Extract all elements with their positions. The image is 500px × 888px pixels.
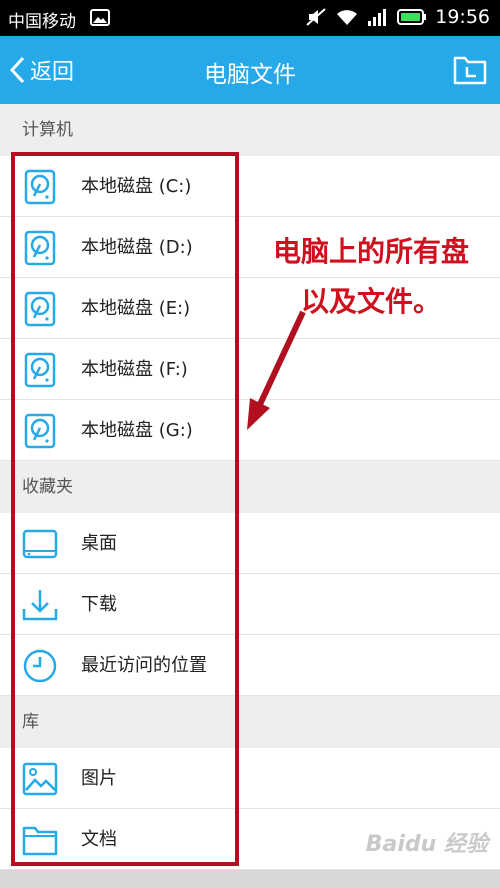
annotation-line-2: 以及文件。: [300, 285, 441, 318]
signal-icon: [368, 9, 387, 26]
drive-icon: [24, 352, 56, 388]
list-item-label: 本地磁盘 (C:): [81, 176, 192, 197]
list-item-desktop[interactable]: 桌面: [0, 513, 500, 574]
image-notification-icon: [90, 9, 110, 26]
desktop-icon: [22, 529, 58, 559]
folder-icon: [22, 826, 58, 856]
download-icon: [22, 590, 58, 621]
bottom-strip: [0, 870, 500, 888]
clock-time: 19:56: [435, 6, 490, 28]
mute-icon: [306, 8, 326, 26]
list-item-label: 本地磁盘 (G:): [81, 420, 193, 441]
drive-icon: [24, 230, 56, 266]
list-item-label: 本地磁盘 (F:): [81, 359, 188, 380]
file-location-list: 计算机 本地磁盘 (C:) 本地磁盘 (D:) 本地磁盘 (E:) 本地磁盘 (…: [0, 104, 500, 870]
section-header-favorites: 收藏夹: [0, 461, 500, 513]
list-item-drive-c[interactable]: 本地磁盘 (C:): [0, 156, 500, 217]
app-header: 返回 电脑文件: [0, 36, 500, 104]
list-item-label: 桌面: [81, 533, 117, 554]
wifi-icon: [337, 10, 358, 25]
list-item-drive-g[interactable]: 本地磁盘 (G:): [0, 400, 500, 461]
picture-icon: [22, 762, 58, 796]
carrier-name: 中国移动: [8, 12, 76, 32]
list-item-label: 文档: [81, 829, 117, 850]
list-item-label: 下载: [81, 594, 117, 615]
battery-icon: [397, 9, 427, 25]
list-item-downloads[interactable]: 下载: [0, 574, 500, 635]
annotation-line-1: 电脑上的所有盘: [272, 235, 469, 268]
status-bar: 中国移动 19:56: [0, 0, 500, 36]
drive-icon: [24, 169, 56, 205]
section-header-library: 库: [0, 696, 500, 748]
list-item-label: 本地磁盘 (D:): [81, 237, 193, 258]
list-item-recent-places[interactable]: 最近访问的位置: [0, 635, 500, 696]
list-item-pictures[interactable]: 图片: [0, 748, 500, 809]
list-item-drive-f[interactable]: 本地磁盘 (F:): [0, 339, 500, 400]
section-header-computer: 计算机: [0, 104, 500, 156]
list-item-label: 本地磁盘 (E:): [81, 298, 191, 319]
list-item-label: 最近访问的位置: [81, 655, 207, 676]
page-title: 电脑文件: [204, 62, 296, 88]
list-item-label: 图片: [81, 768, 117, 789]
recent-files-button[interactable]: [452, 52, 488, 86]
drive-icon: [24, 291, 56, 327]
watermark: Baidu 经验: [365, 832, 488, 857]
drive-icon: [24, 413, 56, 449]
clock-icon: [23, 649, 57, 683]
annotation-text: 电脑上的所有盘 以及文件。: [246, 227, 496, 327]
